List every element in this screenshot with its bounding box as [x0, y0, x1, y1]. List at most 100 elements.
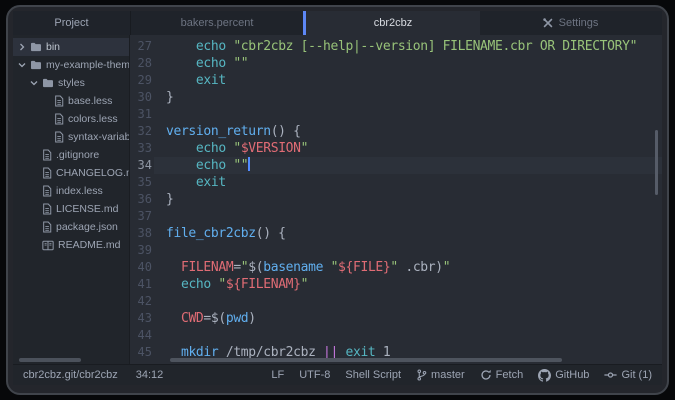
project-dock-tab[interactable]: Project [13, 11, 131, 35]
tab-bar: bakers.percent cbr2cbzSettings [131, 11, 662, 35]
code-line-35[interactable]: 35 exit [130, 174, 662, 191]
code-line-37[interactable]: 37 [130, 208, 662, 225]
sidebar-horizontal-scrollbar[interactable] [19, 358, 81, 362]
tree-item-package-json[interactable]: package.json [13, 218, 129, 236]
line-number: 34 [130, 157, 152, 174]
chevron-down-icon[interactable] [17, 61, 26, 69]
tree-item-label: .gitignore [56, 149, 99, 161]
line-number: 32 [130, 123, 152, 140]
code-line-38[interactable]: 38file_cbr2cbz() { [130, 225, 662, 242]
line-number: 35 [130, 174, 152, 191]
editor-window: Project bakers.percent cbr2cbzSettings bi… [6, 5, 669, 395]
status-label: UTF-8 [299, 369, 330, 381]
file-icon [42, 203, 52, 215]
code-line-33[interactable]: 33 echo "$VERSION" [130, 140, 662, 157]
code-line-36[interactable]: 36} [130, 191, 662, 208]
code-line-27[interactable]: 27 echo "cbr2cbz [--help|--version] FILE… [130, 38, 662, 55]
code-line-28[interactable]: 28 echo "" [130, 55, 662, 72]
status-label: Git (1) [621, 369, 652, 381]
tab-bakers-percent[interactable]: bakers.percent [131, 11, 303, 35]
tab-cbr2cbz[interactable]: cbr2cbz [306, 11, 480, 35]
line-number: 37 [130, 208, 152, 225]
code-line-31[interactable]: 31 [130, 106, 662, 123]
tree-item-license-md[interactable]: LICENSE.md [13, 200, 129, 218]
code-line-41[interactable]: 41 echo "${FILENAM}" [130, 276, 662, 293]
line-code [152, 293, 166, 310]
status-git-1-[interactable]: Git (1) [604, 369, 652, 381]
editor-horizontal-scrollbar[interactable] [170, 358, 562, 362]
status-label: LF [271, 369, 284, 381]
file-icon [42, 221, 52, 233]
book-icon [42, 240, 54, 251]
tree-item-label: bin [46, 41, 60, 53]
line-number: 44 [130, 327, 152, 344]
tree-item-label: package.json [56, 221, 118, 233]
code-line-29[interactable]: 29 exit [130, 72, 662, 89]
line-code: echo "cbr2cbz [--help|--version] FILENAM… [152, 38, 637, 55]
code-editor[interactable]: 27 echo "cbr2cbz [--help|--version] FILE… [130, 35, 662, 364]
tree-item--gitignore[interactable]: .gitignore [13, 146, 129, 164]
status-lf[interactable]: LF [271, 369, 284, 381]
line-code: echo "" [152, 55, 248, 72]
line-number: 33 [130, 140, 152, 157]
line-number: 43 [130, 310, 152, 327]
code-line-32[interactable]: 32version_return() { [130, 123, 662, 140]
line-code: } [152, 89, 173, 106]
editor-vertical-scrollbar[interactable] [655, 130, 658, 195]
tree-item-styles[interactable]: styles [13, 74, 129, 92]
line-number: 38 [130, 225, 152, 242]
line-number: 27 [130, 38, 152, 55]
line-code [152, 106, 166, 123]
tree-item-my-example-theme-sy[interactable]: my-example-theme-sy [13, 56, 129, 74]
tree-item-bin[interactable]: bin [13, 38, 129, 56]
status-label: Fetch [496, 369, 524, 381]
tree-item-label: README.md [58, 239, 120, 251]
tab-settings[interactable]: Settings [480, 11, 660, 35]
chevron-right-icon[interactable] [17, 43, 26, 51]
line-number: 40 [130, 259, 152, 276]
line-number: 36 [130, 191, 152, 208]
line-number: 45 [130, 344, 152, 361]
cursor-position[interactable]: 34:12 [136, 369, 164, 381]
tree-item-index-less[interactable]: index.less [13, 182, 129, 200]
tree-item-label: LICENSE.md [56, 203, 118, 215]
top-strip: Project bakers.percent cbr2cbzSettings [13, 11, 662, 35]
tree-item-changelog-md[interactable]: CHANGELOG.md [13, 164, 129, 182]
code-line-43[interactable]: 43 CWD=$(pwd) [130, 310, 662, 327]
status-github[interactable]: GitHub [538, 369, 589, 382]
line-number: 42 [130, 293, 152, 310]
line-code: exit [152, 174, 226, 191]
tree-item-base-less[interactable]: base.less [13, 92, 129, 110]
code-line-44[interactable]: 44 [130, 327, 662, 344]
code-line-39[interactable]: 39 [130, 242, 662, 259]
line-number: 30 [130, 89, 152, 106]
code-line-42[interactable]: 42 [130, 293, 662, 310]
status-shell-script[interactable]: Shell Script [345, 369, 401, 381]
file-icon [42, 185, 52, 197]
folder-icon [30, 60, 42, 70]
line-code: CWD=$(pwd) [152, 310, 256, 327]
status-label: GitHub [555, 369, 589, 381]
tree-view-sidebar: bin my-example-theme-systyles base.less col… [13, 35, 130, 364]
chevron-down-icon[interactable] [29, 79, 38, 87]
code-line-34[interactable]: 34 echo "" [130, 157, 662, 174]
main-body: bin my-example-theme-systyles base.less col… [13, 35, 662, 364]
line-number: 28 [130, 55, 152, 72]
line-code: echo "" [152, 157, 250, 174]
status-master[interactable]: master [416, 369, 465, 381]
folder-icon [42, 78, 54, 88]
file-icon [54, 131, 64, 143]
tab-label: bakers.percent [181, 17, 254, 29]
status-utf-8[interactable]: UTF-8 [299, 369, 330, 381]
line-code [152, 327, 166, 344]
tree-item-label: base.less [68, 95, 112, 107]
code-line-30[interactable]: 30} [130, 89, 662, 106]
tree-item-colors-less[interactable]: colors.less [13, 110, 129, 128]
status-fetch[interactable]: Fetch [480, 369, 524, 381]
tree-item-syntax-variable[interactable]: syntax-variable [13, 128, 129, 146]
line-number: 39 [130, 242, 152, 259]
code-line-40[interactable]: 40 FILENAM="$(basename "${FILE}" .cbr)" [130, 259, 662, 276]
file-path: cbr2cbz.git/cbr2cbz [23, 369, 118, 381]
tree-item-readme-md[interactable]: README.md [13, 236, 129, 254]
line-code: echo "${FILENAM}" [152, 276, 308, 293]
